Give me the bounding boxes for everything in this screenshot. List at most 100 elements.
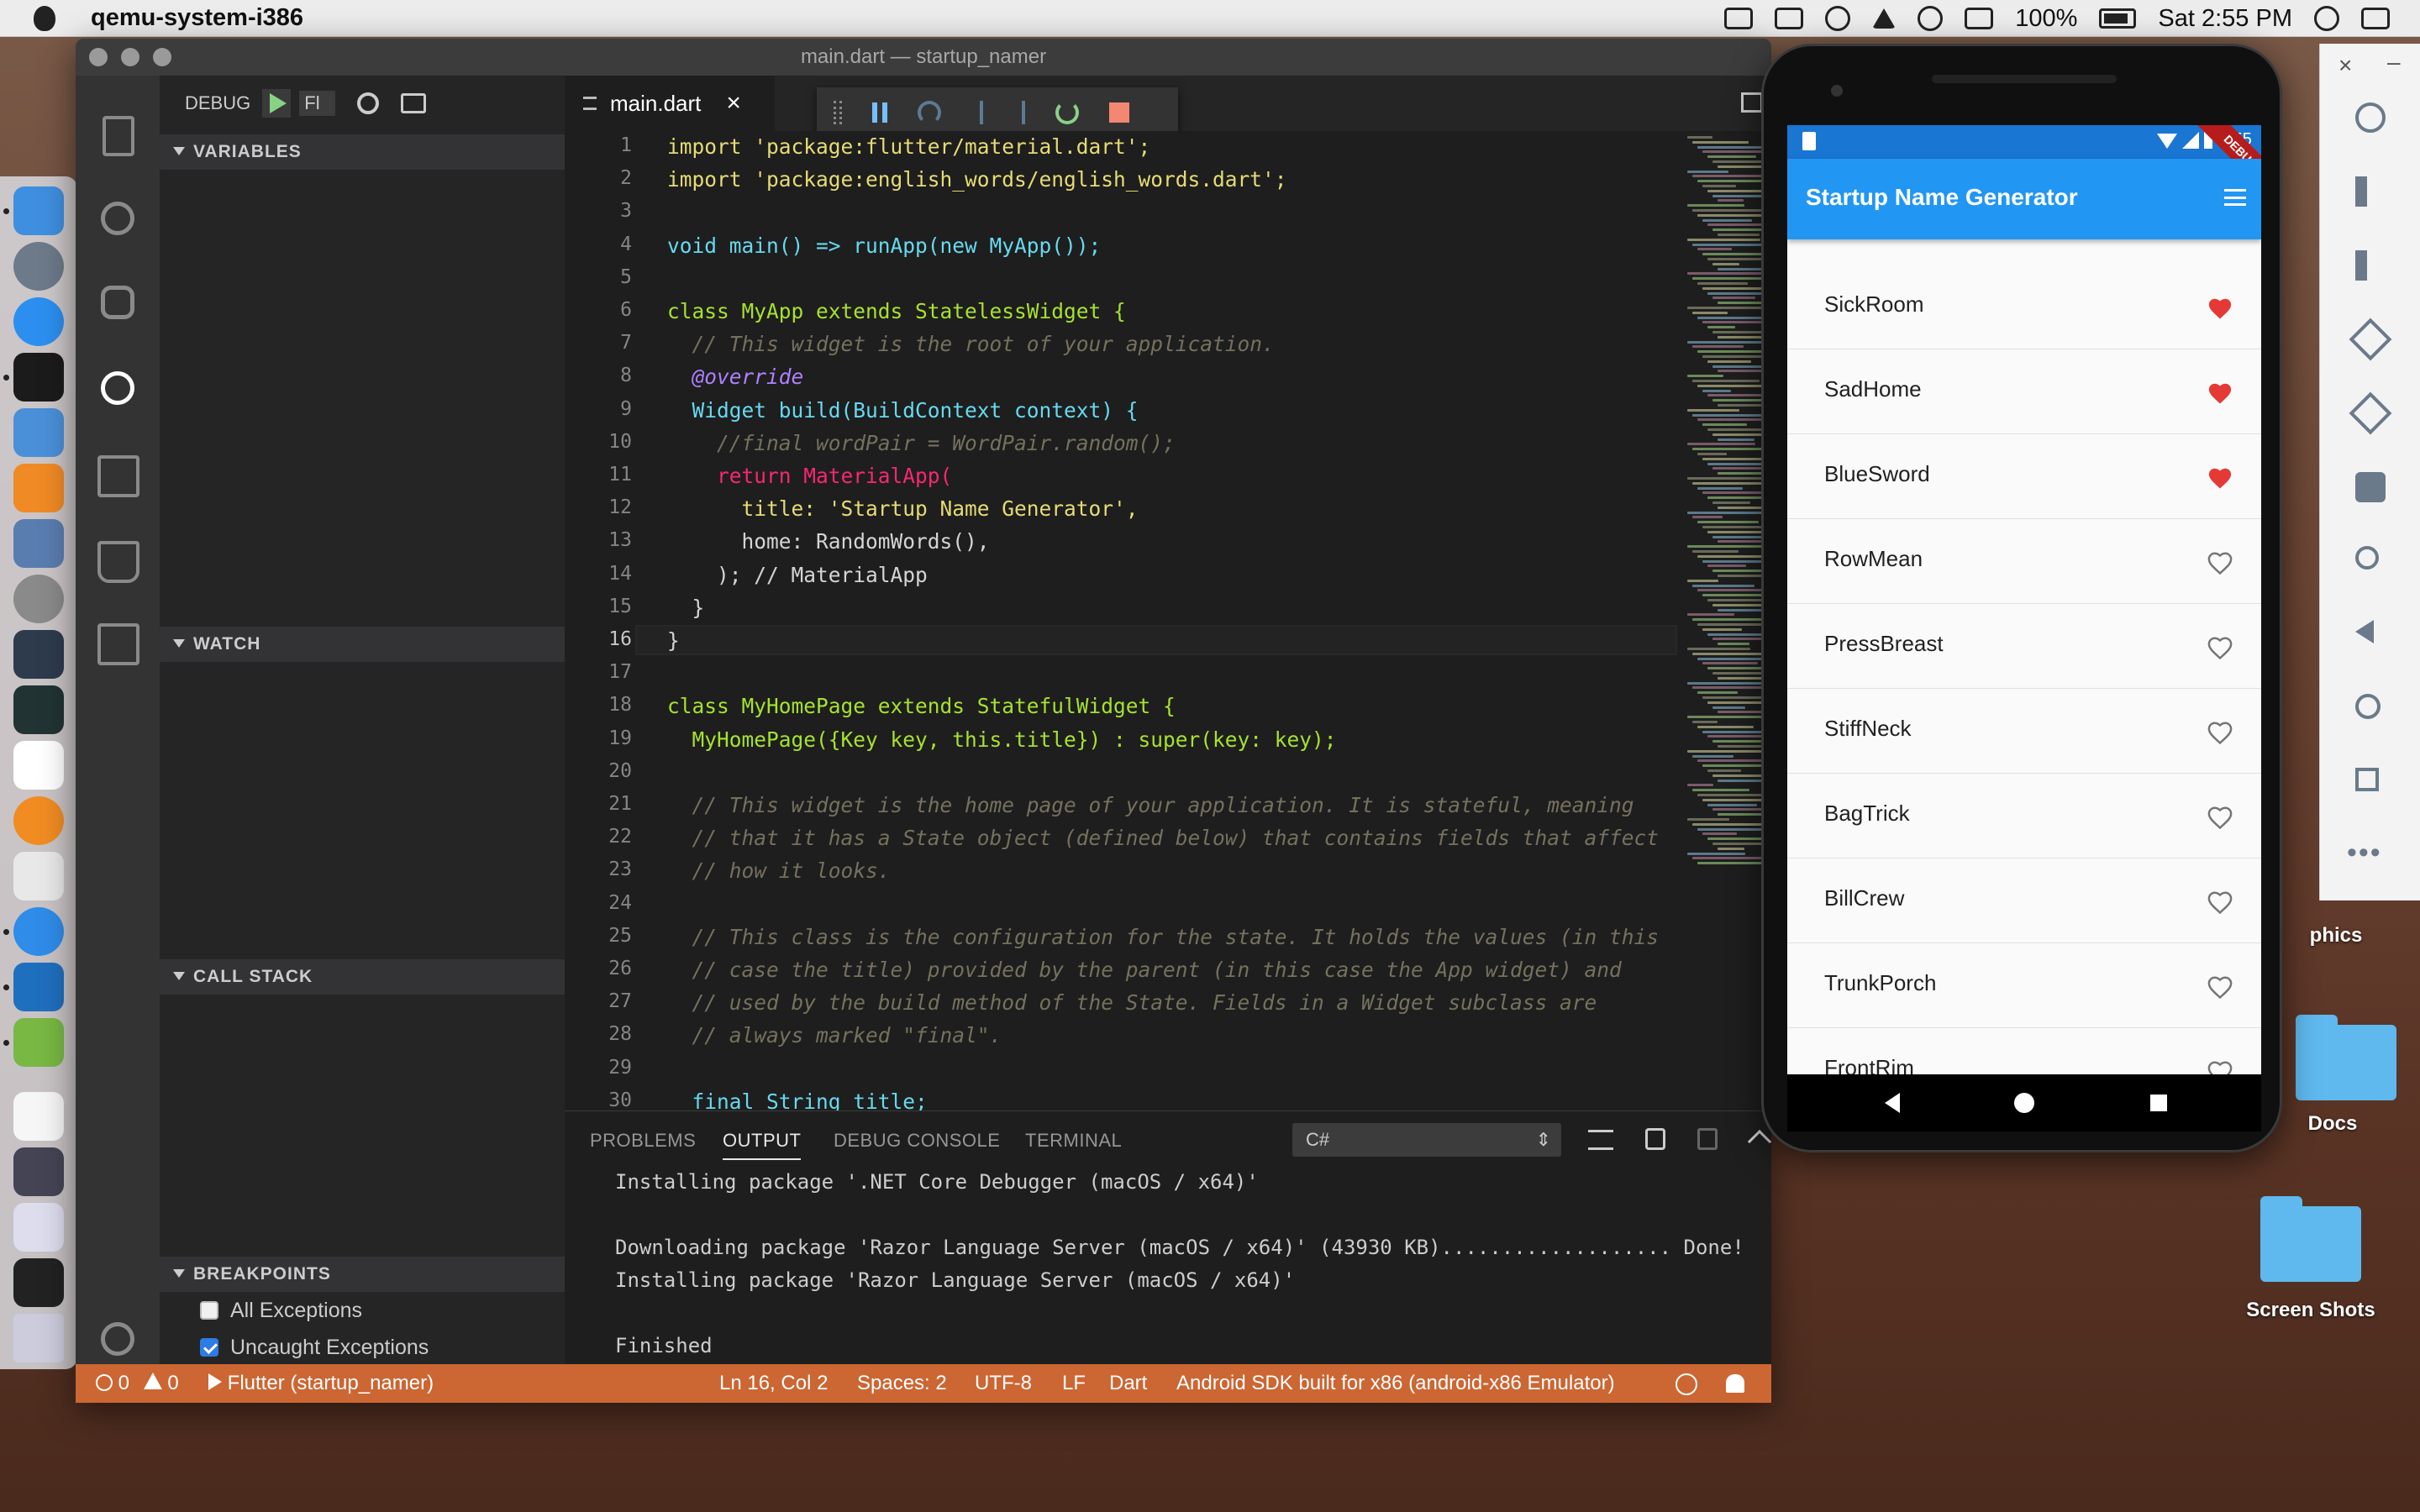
uncaught-exceptions-checkbox[interactable] xyxy=(200,1338,218,1357)
finder-icon[interactable] xyxy=(13,186,64,235)
search-icon[interactable] xyxy=(101,202,134,235)
favorite-border-icon[interactable] xyxy=(2207,551,2233,575)
recents-button[interactable] xyxy=(2150,1095,2167,1111)
explorer-icon[interactable] xyxy=(103,116,134,156)
line-number[interactable]: 29 xyxy=(565,1057,632,1079)
line-number[interactable]: 11 xyxy=(565,464,632,486)
notifications-bell-icon[interactable] xyxy=(1726,1374,1744,1393)
home-icon[interactable] xyxy=(2355,694,2381,719)
source-control-icon[interactable] xyxy=(101,286,134,319)
tab-problems[interactable]: PROBLEMS xyxy=(590,1130,696,1152)
home-button[interactable] xyxy=(2014,1093,2034,1113)
preview-icon[interactable] xyxy=(13,1203,64,1252)
call-stack-section-header[interactable]: CALL STACK xyxy=(160,959,565,995)
step-over-icon[interactable] xyxy=(918,101,941,124)
watch-section-header[interactable]: WATCH xyxy=(160,627,565,662)
output-channel-select[interactable]: C# ⇕ xyxy=(1292,1123,1561,1157)
battery-icon[interactable] xyxy=(2099,8,2137,29)
line-number[interactable]: 5 xyxy=(565,266,632,288)
code-line[interactable]: return MaterialApp( xyxy=(667,464,952,488)
android-studio-icon[interactable] xyxy=(13,630,64,679)
line-number[interactable]: 2 xyxy=(565,167,632,189)
activity-monitor-icon[interactable] xyxy=(13,685,64,734)
clear-output-icon[interactable] xyxy=(1588,1130,1613,1150)
volume-up-icon[interactable] xyxy=(2355,176,2386,207)
zoom-icon[interactable] xyxy=(2355,546,2379,570)
code-line[interactable]: // that it has a State object (defined b… xyxy=(667,826,1660,850)
minimize-emulator-icon[interactable]: – xyxy=(2387,49,2401,76)
code-editor[interactable]: 1 2 3 4 5 6 7 8 9 10 11 12 13 14 15 16 17 18 19 20 21 22 23 24 2… xyxy=(565,131,1771,1110)
tab-main-dart[interactable]: main.dart × xyxy=(565,76,775,131)
favorite-icon[interactable] xyxy=(2207,381,2233,405)
breakpoint-all-exceptions[interactable]: All Exceptions xyxy=(200,1294,362,1327)
bluetooth-icon[interactable] xyxy=(1872,8,1897,29)
line-number[interactable]: 16 xyxy=(565,628,632,650)
split-editor-icon[interactable] xyxy=(1741,92,1763,113)
favorite-icon[interactable] xyxy=(2207,297,2233,320)
xcode-icon[interactable] xyxy=(13,408,64,457)
line-number[interactable]: 21 xyxy=(565,793,632,815)
tab-terminal[interactable]: TERMINAL xyxy=(1025,1130,1122,1152)
emulator-icon[interactable] xyxy=(13,1018,64,1067)
start-debugging-button[interactable] xyxy=(262,89,292,118)
code-line[interactable]: // used by the build method of the State… xyxy=(667,990,1597,1015)
device-selector[interactable]: Android SDK built for x86 (android-x86 E… xyxy=(1176,1364,1615,1403)
line-number[interactable]: 30 xyxy=(565,1089,632,1110)
sublime-text-icon[interactable] xyxy=(13,464,64,512)
line-number[interactable]: 14 xyxy=(565,563,632,585)
code-line[interactable]: // This class is the configuration for t… xyxy=(667,925,1660,949)
list-item[interactable]: RowMean xyxy=(1787,519,2261,604)
safari-icon[interactable] xyxy=(13,907,64,956)
line-number[interactable]: 19 xyxy=(565,727,632,749)
line-number[interactable]: 28 xyxy=(565,1023,632,1045)
favorite-border-icon[interactable] xyxy=(2207,636,2233,659)
time-machine-icon[interactable] xyxy=(1825,6,1851,31)
graphics-folder-label[interactable]: phics xyxy=(2294,924,2378,948)
line-number[interactable]: 13 xyxy=(565,529,632,551)
indentation[interactable]: Spaces: 2 xyxy=(857,1364,947,1403)
overview-icon[interactable] xyxy=(2355,768,2379,791)
stop-icon[interactable] xyxy=(1109,102,1129,123)
package-icon[interactable] xyxy=(1775,8,1804,29)
line-number[interactable]: 17 xyxy=(565,661,632,683)
code-line[interactable]: final String title; xyxy=(667,1089,928,1110)
docs-folder-label[interactable]: Docs xyxy=(2291,1112,2375,1136)
variables-section-header[interactable]: VARIABLES xyxy=(160,134,565,170)
line-number[interactable]: 25 xyxy=(565,925,632,947)
spotlight-search-icon[interactable] xyxy=(2314,6,2339,31)
launchpad-icon[interactable] xyxy=(13,242,64,291)
close-window-button[interactable] xyxy=(89,48,108,66)
screen-mirroring-icon[interactable] xyxy=(1724,8,1754,29)
virtualbox-icon[interactable] xyxy=(13,519,64,568)
code-line[interactable]: home: RandomWords(), xyxy=(667,529,990,554)
menu-clock[interactable]: Sat 2:55 PM xyxy=(2158,5,2292,33)
line-number[interactable]: 23 xyxy=(565,858,632,880)
apple-icon[interactable] xyxy=(34,5,55,31)
code-line[interactable]: // This widget is the root of your appli… xyxy=(667,332,1275,356)
more-options-icon[interactable]: ••• xyxy=(2347,837,2382,869)
debug-icon[interactable] xyxy=(101,371,134,405)
phone-screen[interactable]: 2:55 DEBUG Startup Name Generator SickRo… xyxy=(1787,125,2261,1074)
list-item[interactable]: BlueSword xyxy=(1787,434,2261,519)
code-line[interactable]: // how it looks. xyxy=(667,858,891,883)
maximize-panel-icon[interactable] xyxy=(1747,1129,1771,1154)
code-line[interactable]: // always marked "final". xyxy=(667,1023,1002,1047)
code-line[interactable]: class MyApp extends StatelessWidget { xyxy=(667,299,1126,323)
extensions-icon[interactable] xyxy=(97,455,139,497)
end-of-line[interactable]: LF xyxy=(1062,1364,1086,1403)
breakpoint-uncaught-exceptions[interactable]: Uncaught Exceptions xyxy=(200,1331,429,1364)
volume-icon[interactable] xyxy=(1965,8,1994,29)
list-item[interactable]: BagTrick xyxy=(1787,774,2261,858)
back-button[interactable] xyxy=(1885,1093,1900,1113)
code-line[interactable]: title: 'Startup Name Generator', xyxy=(667,496,1139,521)
code-line[interactable]: @override xyxy=(667,365,804,389)
line-number[interactable]: 27 xyxy=(565,990,632,1012)
minimap[interactable] xyxy=(1682,131,1771,887)
favorite-border-icon[interactable] xyxy=(2207,806,2233,829)
code-line[interactable]: ); // MaterialApp xyxy=(667,563,928,587)
screenshot-camera-icon[interactable] xyxy=(2355,472,2386,502)
power-icon[interactable] xyxy=(2355,102,2386,133)
feedback-smiley-icon[interactable] xyxy=(1676,1373,1697,1395)
code-line[interactable]: class MyHomePage extends StatefulWidget … xyxy=(667,694,1176,718)
open-log-icon[interactable] xyxy=(1697,1128,1718,1150)
